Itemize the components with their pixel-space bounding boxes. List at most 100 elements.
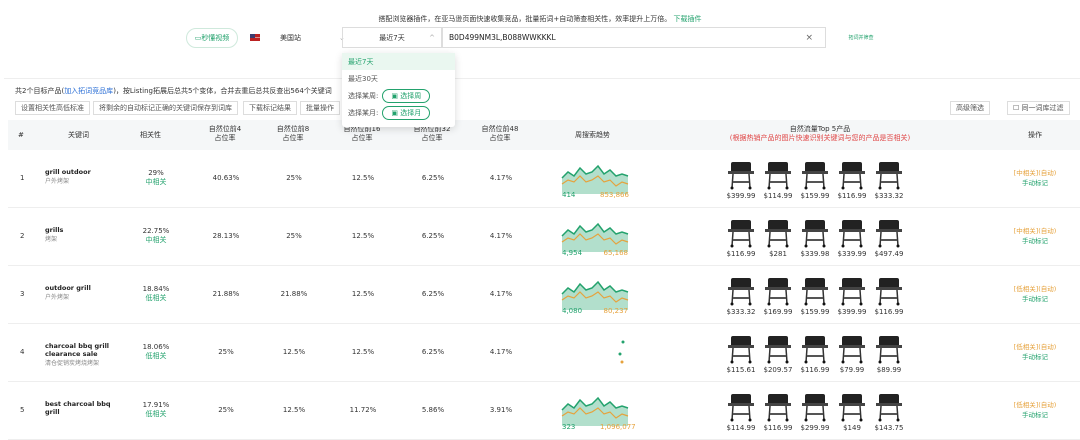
top-product[interactable]: $116.99 (724, 214, 758, 258)
grill-product-image[interactable] (763, 388, 793, 422)
clear-icon[interactable]: × (805, 33, 813, 43)
trend-sparkline[interactable] (560, 390, 630, 426)
option-7days[interactable]: 最近7天 (342, 53, 455, 70)
top-product[interactable]: $116.99 (835, 156, 869, 200)
top-product[interactable]: $299.99 (798, 388, 832, 432)
grill-product-image[interactable] (874, 214, 904, 248)
keyword-cell: best charcoal bbq grill (45, 400, 115, 416)
manual-mark-link[interactable]: 手动标记 (1000, 294, 1070, 304)
manual-mark-link[interactable]: 手动标记 (1000, 178, 1070, 188)
top-product[interactable]: $333.32 (872, 156, 906, 200)
video-button[interactable]: ▭ 秒懂视频 (186, 28, 238, 48)
batch-action-button[interactable]: 批量操作 (300, 101, 340, 115)
top-product[interactable]: $169.99 (761, 272, 795, 316)
grill-product-image[interactable] (800, 388, 830, 422)
asin-input[interactable]: B0D499NM3L,B088WWKKKL × (442, 27, 826, 48)
top-product[interactable]: $339.98 (798, 214, 832, 258)
grill-product-image[interactable] (837, 214, 867, 248)
trend-sparkline[interactable] (560, 274, 630, 310)
grill-product-image[interactable] (763, 156, 793, 190)
keyword-text[interactable]: outdoor grill (45, 284, 115, 292)
share-p4: 40.63% (212, 174, 240, 182)
grill-product-image[interactable] (726, 388, 756, 422)
advanced-filter-button[interactable]: 高级筛选 (950, 101, 990, 115)
product-price: $116.99 (837, 192, 867, 200)
manual-mark-link[interactable]: 手动标记 (1000, 236, 1070, 246)
col-top8[interactable]: 自然位前8 占位率 (273, 125, 313, 143)
grill-product-image[interactable] (763, 214, 793, 248)
grill-product-image[interactable] (726, 330, 756, 364)
grill-product-image[interactable] (726, 272, 756, 306)
grill-product-image[interactable] (763, 272, 793, 306)
grill-product-image[interactable] (800, 156, 830, 190)
library-filter-checkbox[interactable]: ☐ 同一词库过滤 (1007, 101, 1070, 115)
top-product[interactable]: $399.99 (835, 272, 869, 316)
top-product[interactable]: $79.99 (835, 330, 869, 374)
grill-product-image[interactable] (837, 156, 867, 190)
trend-min: 414 (562, 191, 576, 199)
grill-product-image[interactable] (726, 214, 756, 248)
grill-product-image[interactable] (800, 214, 830, 248)
grill-product-image[interactable] (837, 330, 867, 364)
download-plugin-link[interactable]: 下载插件 (674, 15, 702, 23)
grill-product-image[interactable] (837, 388, 867, 422)
manual-mark-link[interactable]: 手动标记 (1000, 410, 1070, 420)
product-price: $116.99 (763, 424, 793, 432)
keyword-text[interactable]: grills (45, 226, 115, 234)
keyword-text[interactable]: best charcoal bbq grill (45, 400, 115, 416)
top-product[interactable]: $114.99 (724, 388, 758, 432)
trend-min: 4,080 (562, 307, 583, 315)
top-product[interactable]: $149 (835, 388, 869, 432)
col-top16[interactable]: 自然位前16 占位率 (340, 125, 384, 143)
top-product[interactable]: $333.32 (724, 272, 758, 316)
top-product[interactable]: $497.49 (872, 214, 906, 258)
top-product[interactable]: $339.99 (835, 214, 869, 258)
grill-product-image[interactable] (800, 272, 830, 306)
col-top48[interactable]: 自然位前48 占位率 (478, 125, 522, 143)
top-product[interactable]: $209.57 (761, 330, 795, 374)
select-week-button[interactable]: ▣ 选择周 (382, 88, 431, 103)
option-30days[interactable]: 最近30天 (342, 70, 455, 87)
grill-product-image[interactable] (837, 272, 867, 306)
top-product[interactable]: $159.99 (798, 272, 832, 316)
download-results-button[interactable]: 下载标记结果 (243, 101, 297, 115)
top-product[interactable]: $143.75 (872, 388, 906, 432)
top-product[interactable]: $399.99 (724, 156, 758, 200)
grill-product-image[interactable] (726, 156, 756, 190)
trend-sparkline[interactable] (560, 332, 630, 368)
col-top32[interactable]: 自然位前32 占位率 (410, 125, 454, 143)
select-month-button[interactable]: ▣ 选择月 (382, 105, 431, 120)
grill-product-image[interactable] (874, 156, 904, 190)
grill-product-image[interactable] (874, 388, 904, 422)
product-price: $149 (843, 424, 861, 432)
save-keywords-button[interactable]: 将剩余的自动标记正确的关键词保存到词库 (93, 101, 238, 115)
col-top4[interactable]: 自然位前4 占位率 (205, 125, 245, 143)
grill-product-image[interactable] (874, 272, 904, 306)
grill-product-image[interactable] (800, 330, 830, 364)
top-product[interactable]: $89.99 (872, 330, 906, 374)
top-product[interactable]: $116.99 (872, 272, 906, 316)
col-trend[interactable]: 周搜索趋势 (575, 131, 610, 140)
set-relevance-button[interactable]: 设置相关性高低标准 (15, 101, 90, 115)
top-product[interactable]: $115.61 (724, 330, 758, 374)
operation-cell: [低相关](自动) 手动标记 (1000, 342, 1070, 362)
keyword-text[interactable]: grill outdoor (45, 168, 115, 176)
top-product[interactable]: $116.99 (761, 388, 795, 432)
expand-button[interactable]: 拓词并筛查 (826, 27, 896, 48)
trend-sparkline[interactable] (560, 216, 630, 252)
add-library-link[interactable]: 加入拓词竞品库 (64, 87, 113, 95)
col-relevance[interactable]: 相关性 (140, 131, 161, 140)
top-product[interactable]: $114.99 (761, 156, 795, 200)
top-product[interactable]: $281 (761, 214, 795, 258)
product-price: $281 (769, 250, 787, 258)
site-select[interactable]: 美国站 ⌄ (280, 33, 345, 43)
top-product[interactable]: $159.99 (798, 156, 832, 200)
grill-product-image[interactable] (874, 330, 904, 364)
keyword-text[interactable]: charcoal bbq grill clearance sale (45, 342, 115, 358)
product-price: $116.99 (726, 250, 756, 258)
manual-mark-link[interactable]: 手动标记 (1000, 352, 1070, 362)
trend-sparkline[interactable] (560, 158, 630, 194)
grill-product-image[interactable] (763, 330, 793, 364)
top-product[interactable]: $116.99 (798, 330, 832, 374)
date-range-select[interactable]: 最近7天 ^ (342, 27, 442, 48)
